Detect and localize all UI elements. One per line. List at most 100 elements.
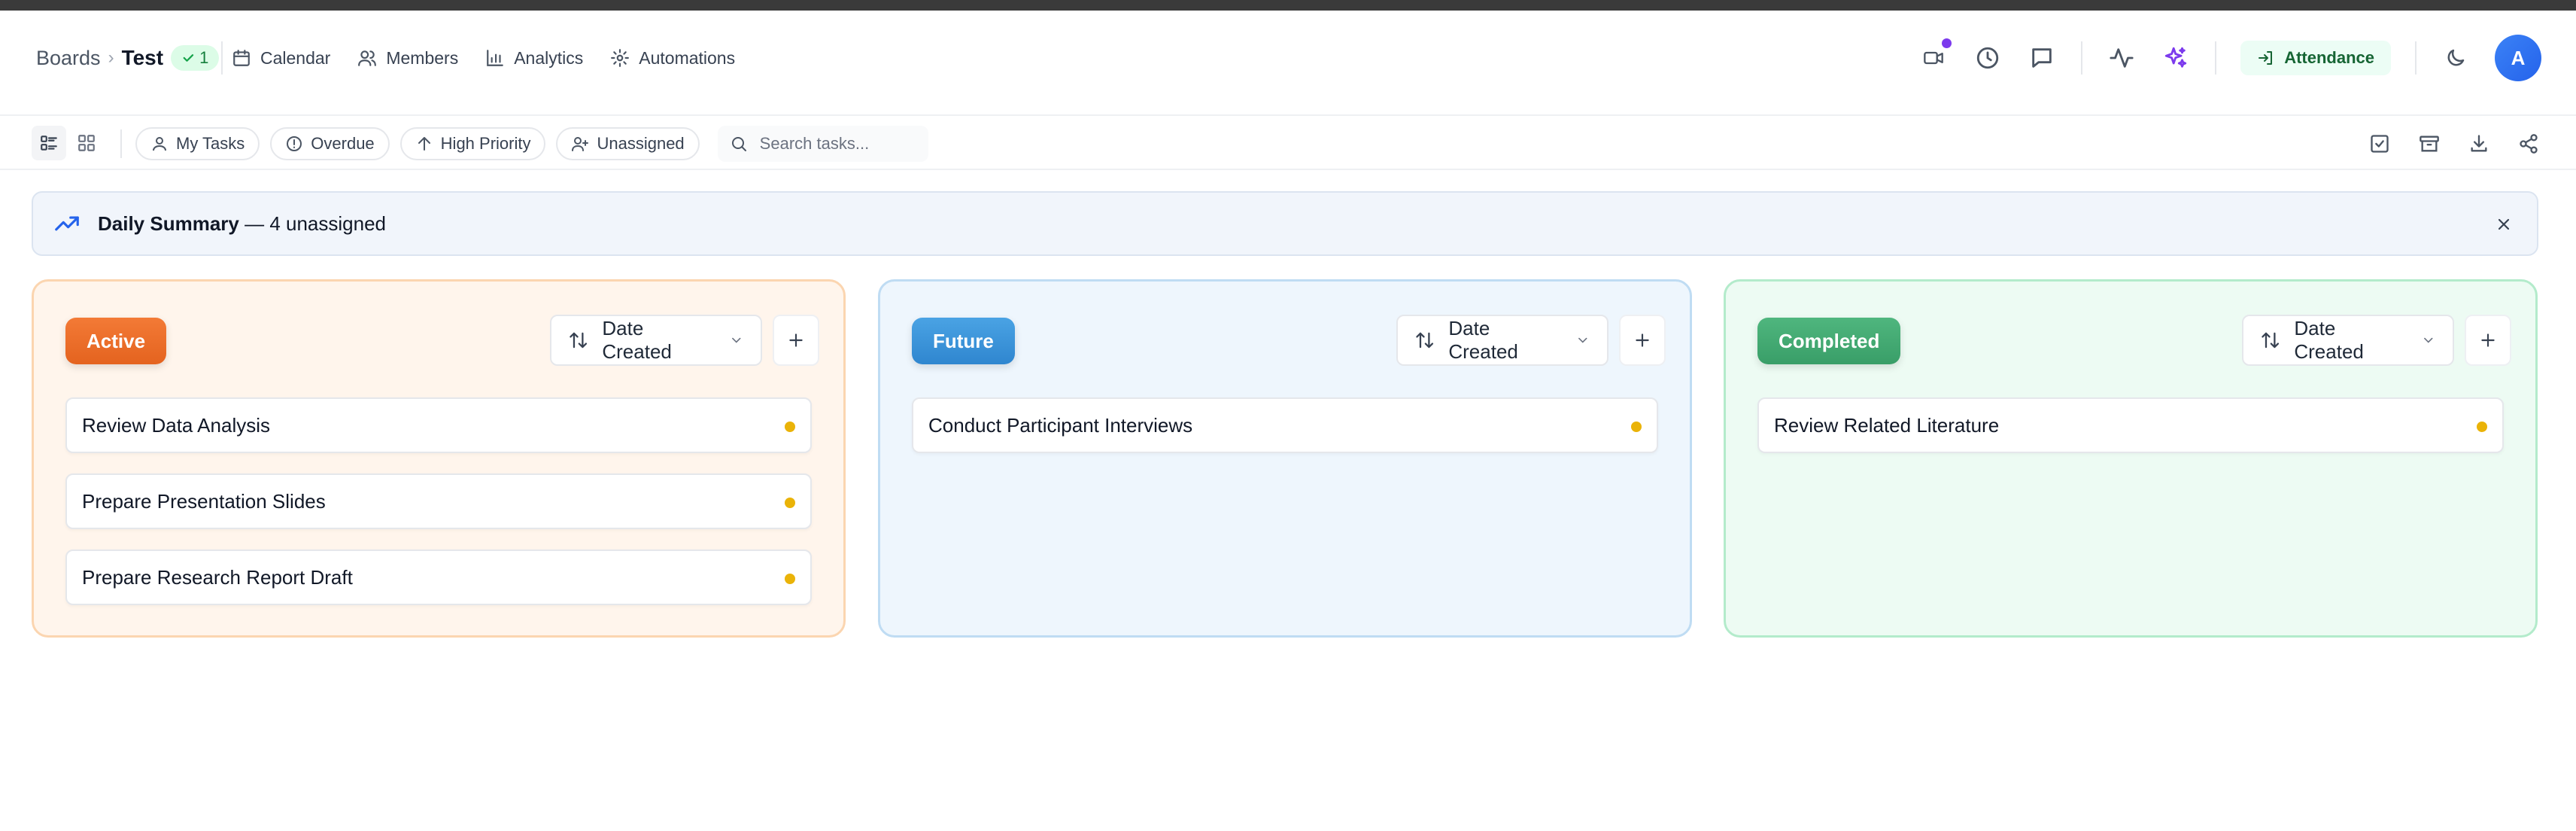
- search-icon: [731, 137, 746, 151]
- filter-unassigned-label: Unassigned: [597, 134, 685, 153]
- filter-overdue-label: Overdue: [311, 134, 375, 153]
- task-title: Review Related Literature: [1774, 413, 2000, 437]
- nav-analytics[interactable]: Analytics: [485, 48, 583, 68]
- video-icon: [1924, 51, 1944, 65]
- daily-summary-banner: Daily Summary — 4 unassigned: [32, 191, 2538, 256]
- filter-my-tasks[interactable]: My Tasks: [135, 127, 260, 160]
- task-card[interactable]: Review Data Analysis: [65, 397, 812, 453]
- column-active: Active Date Created Review Data Analysis…: [32, 279, 846, 638]
- filter-high-priority[interactable]: High Priority: [399, 127, 546, 160]
- status-label-future: Future: [912, 318, 1015, 364]
- header-actions: Attendance A: [1918, 11, 2541, 105]
- user-avatar[interactable]: A: [2495, 35, 2541, 81]
- filter-high-priority-label: High Priority: [440, 134, 531, 153]
- history-button[interactable]: [1973, 43, 2003, 73]
- filter-my-tasks-label: My Tasks: [176, 134, 245, 153]
- task-search: [717, 126, 928, 162]
- badge-count: 1: [199, 48, 209, 67]
- arrow-up-icon: [418, 137, 430, 151]
- filter-bar: My Tasks Overdue High Priority Unassigne…: [135, 126, 928, 162]
- app-header: Boards › Test 1 Calendar Members Analyti…: [0, 11, 2576, 116]
- breadcrumb-boards-link[interactable]: Boards: [36, 47, 101, 70]
- list-view-icon: [41, 135, 57, 151]
- view-toggle: [32, 126, 104, 160]
- header-actions-divider-2: [2215, 41, 2217, 75]
- plus-icon: [2481, 333, 2495, 347]
- ai-assistant-button[interactable]: [2161, 43, 2191, 73]
- board-nav: Calendar Members Analytics Automations: [232, 11, 735, 105]
- nav-calendar-label: Calendar: [260, 47, 331, 68]
- list-view-button[interactable]: [32, 126, 66, 160]
- download-button[interactable]: [2462, 126, 2496, 161]
- task-card[interactable]: Prepare Research Report Draft: [65, 549, 812, 605]
- column-future: Future Date Created Conduct Participant …: [878, 279, 1692, 638]
- user-plus-icon: [572, 137, 589, 151]
- share-icon: [2520, 134, 2538, 154]
- nav-calendar[interactable]: Calendar: [232, 48, 330, 68]
- members-icon: [358, 50, 377, 66]
- close-icon: [2498, 218, 2510, 230]
- activity-button[interactable]: [2107, 43, 2137, 73]
- task-card[interactable]: Conduct Participant Interviews: [912, 397, 1658, 453]
- column-completed: Completed Date Created Review Related Li…: [1724, 279, 2538, 638]
- priority-dot: [785, 422, 795, 432]
- task-card[interactable]: Prepare Presentation Slides: [65, 473, 812, 529]
- status-label-completed: Completed: [1757, 318, 1901, 364]
- nav-automations[interactable]: Automations: [610, 48, 735, 68]
- board-toolbar: My Tasks Overdue High Priority Unassigne…: [0, 117, 2576, 170]
- nav-analytics-label: Analytics: [514, 47, 584, 68]
- summary-text: Daily Summary — 4 unassigned: [98, 212, 386, 236]
- archive-button[interactable]: [2412, 126, 2447, 161]
- status-label-active: Active: [65, 318, 167, 364]
- plus-icon: [789, 333, 803, 347]
- filter-overdue[interactable]: Overdue: [270, 127, 390, 160]
- sort-icon: [1416, 332, 1434, 349]
- chevron-down-icon: [1578, 337, 1587, 343]
- header-divider: [221, 41, 223, 75]
- priority-dot: [785, 498, 795, 508]
- task-title: Prepare Research Report Draft: [82, 565, 353, 589]
- add-task-button-completed[interactable]: [2465, 315, 2511, 366]
- share-button[interactable]: [2511, 126, 2546, 161]
- task-list-active: Review Data Analysis Prepare Presentatio…: [65, 397, 812, 626]
- archive-icon: [2420, 135, 2439, 152]
- video-call-button[interactable]: [1918, 38, 1952, 73]
- sort-label: Date Created: [602, 317, 672, 363]
- sort-icon: [2262, 332, 2280, 349]
- download-icon: [2471, 135, 2487, 152]
- priority-dot: [2477, 422, 2487, 432]
- chevron-down-icon: [2424, 337, 2433, 343]
- user-icon: [153, 137, 166, 151]
- filter-unassigned[interactable]: Unassigned: [556, 127, 700, 160]
- search-input[interactable]: [758, 133, 912, 154]
- task-title: Prepare Presentation Slides: [82, 489, 326, 513]
- task-list-future: Conduct Participant Interviews: [912, 397, 1658, 473]
- sort-dropdown-active[interactable]: Date Created: [550, 315, 762, 366]
- board-title: Test: [121, 46, 164, 69]
- breadcrumb-separator: ›: [108, 47, 114, 68]
- chat-button[interactable]: [2027, 43, 2057, 73]
- plus-icon: [1636, 333, 1649, 347]
- clock-icon: [1977, 47, 1999, 69]
- sort-icon: [570, 332, 588, 349]
- add-task-button-future[interactable]: [1619, 315, 1666, 366]
- grid-view-button[interactable]: [69, 126, 104, 160]
- sort-dropdown-future[interactable]: Date Created: [1396, 315, 1608, 366]
- header-actions-divider: [2081, 41, 2083, 75]
- summary-detail: — 4 unassigned: [245, 212, 387, 235]
- sort-dropdown-completed[interactable]: Date Created: [2242, 315, 2454, 366]
- nav-members[interactable]: Members: [357, 48, 458, 68]
- select-tasks-button[interactable]: [2362, 126, 2397, 161]
- theme-toggle-button[interactable]: [2441, 43, 2471, 73]
- attendance-button[interactable]: Attendance: [2240, 41, 2391, 75]
- task-title: Review Data Analysis: [82, 413, 270, 437]
- sort-label: Date Created: [2294, 317, 2364, 363]
- chat-icon: [2032, 48, 2052, 68]
- dismiss-summary-button[interactable]: [2489, 209, 2519, 239]
- add-task-button-active[interactable]: [773, 315, 819, 366]
- task-card[interactable]: Review Related Literature: [1757, 397, 2504, 453]
- nav-members-label: Members: [386, 47, 459, 68]
- grid-view-icon: [78, 135, 95, 151]
- moon-icon: [2447, 49, 2465, 66]
- trending-up-icon: [55, 216, 79, 231]
